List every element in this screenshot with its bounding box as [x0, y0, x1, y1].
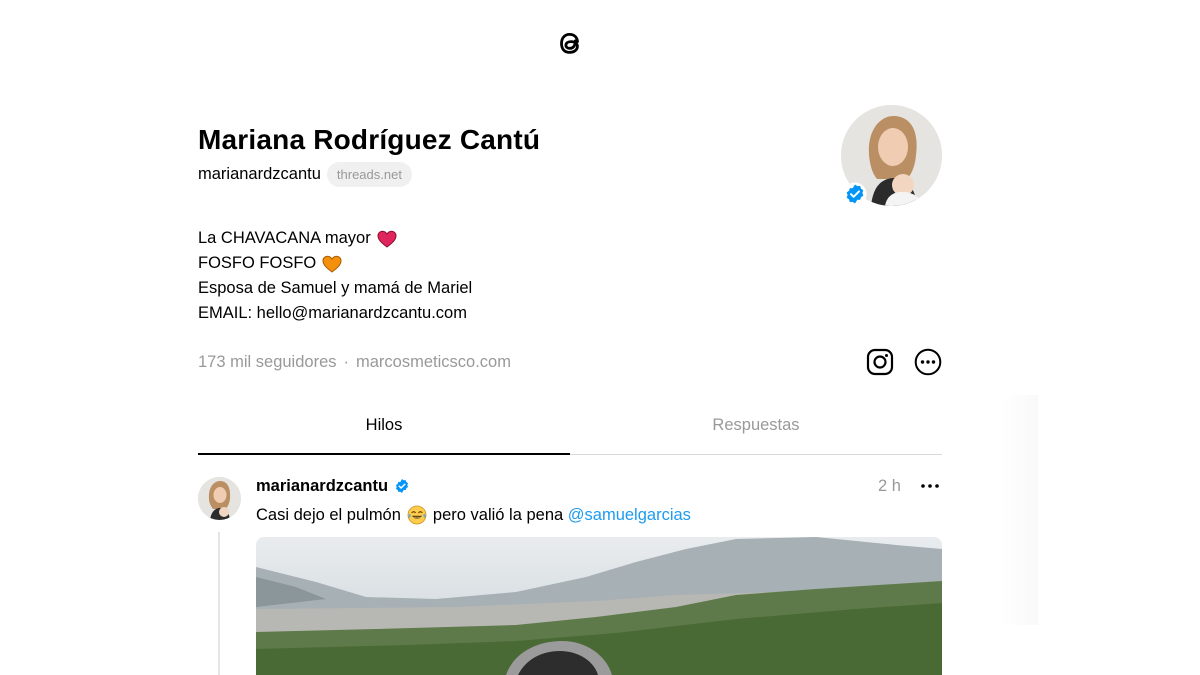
post-timestamp[interactable]: 2 h [878, 474, 901, 498]
orange-heart-icon [322, 255, 342, 273]
profile-tabs: Hilos Respuestas [198, 400, 942, 455]
bio-text: La CHAVACANA mayor [198, 229, 371, 247]
post-avatar[interactable] [198, 477, 241, 520]
followers-count[interactable]: 173 mil seguidores [198, 353, 337, 372]
post-mention-link[interactable]: @samuelgarcias [568, 506, 691, 525]
post-more-icon[interactable] [918, 476, 942, 496]
post-text-after: pero valió la pena [432, 505, 564, 524]
bio-line: EMAIL: hello@marianardzcantu.com [198, 301, 472, 326]
verified-badge-icon [843, 182, 867, 206]
face-with-tears-of-joy-icon [407, 505, 427, 525]
post-text-before: Casi dejo el pulmón [256, 505, 401, 524]
post-username[interactable]: marianardzcantu [256, 477, 388, 496]
scroll-shadow [1000, 395, 1038, 625]
thread-connector-line [218, 532, 220, 675]
meta-separator: · [343, 352, 350, 371]
bio-text: Esposa de Samuel y mamá de Mariel [198, 279, 473, 297]
tab-respuestas[interactable]: Respuestas [570, 400, 942, 454]
post-author[interactable]: marianardzcantu [256, 474, 410, 498]
bio-text: FOSFO FOSFO [198, 254, 317, 272]
website-link[interactable]: marcosmeticsco.com [356, 353, 511, 372]
host-badge[interactable]: threads.net [326, 161, 412, 187]
profile-username: marianardzcantu [198, 164, 321, 183]
post-image[interactable] [256, 537, 942, 675]
bio-text: EMAIL: hello@marianardzcantu.com [198, 304, 467, 322]
profile-name: Mariana Rodríguez Cantú [198, 124, 541, 155]
bio-line: Esposa de Samuel y mamá de Mariel [198, 276, 472, 301]
instagram-icon[interactable] [866, 348, 894, 376]
profile-handle-row: marianardzcantu threads.net [198, 160, 412, 188]
red-heart-icon [377, 230, 397, 248]
verified-badge-icon [396, 479, 409, 493]
bio-line: La CHAVACANA mayor [198, 226, 472, 251]
threads-logo-icon[interactable] [555, 27, 585, 59]
bio-line: FOSFO FOSFO [198, 251, 472, 276]
profile-meta: 173 mil seguidores · marcosmeticsco.com [198, 350, 511, 374]
more-options-circle-icon[interactable] [914, 348, 942, 376]
profile-bio: La CHAVACANA mayor FOSFO FOSFO Esposa de… [198, 226, 472, 326]
post-text: Casi dejo el pulmón pero valió la pena @… [256, 503, 691, 527]
tab-hilos[interactable]: Hilos [198, 400, 570, 455]
